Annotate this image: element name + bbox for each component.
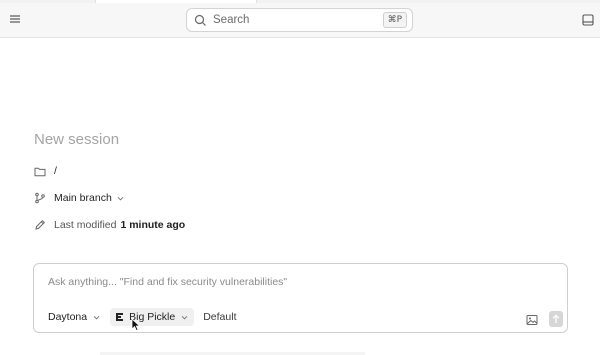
- folder-icon: [34, 165, 46, 177]
- project-path: /: [54, 165, 57, 177]
- branch-row[interactable]: Main branch: [34, 190, 124, 206]
- chevron-down-icon: [181, 314, 188, 321]
- session-title: New session: [34, 131, 120, 148]
- search-placeholder: Search: [213, 14, 250, 26]
- send-button[interactable]: [549, 311, 563, 327]
- chevron-down-icon: [117, 195, 124, 202]
- last-modified-label: Last modified: [54, 219, 117, 231]
- search-icon: [194, 14, 207, 27]
- pencil-icon: [34, 219, 46, 231]
- model-selector[interactable]: Big Pickle: [110, 308, 195, 326]
- arrow-up-icon: [552, 314, 560, 323]
- app-window: Search ⌘P New session / Main branch Last…: [0, 0, 600, 355]
- project-path-row: /: [34, 163, 57, 179]
- prompt-composer: Ask anything... "Find and fix security v…: [33, 263, 568, 333]
- last-modified-value: 1 minute ago: [120, 219, 186, 231]
- sandbox-selector[interactable]: Daytona: [44, 308, 104, 326]
- mode-selector[interactable]: Default: [199, 308, 240, 326]
- window-top-edge: [0, 0, 600, 3]
- tab-strip: [95, 0, 257, 3]
- mode-label: Default: [203, 311, 237, 323]
- hamburger-menu-icon[interactable]: [8, 12, 22, 26]
- chevron-down-icon: [93, 314, 100, 321]
- top-bar: Search ⌘P: [0, 0, 600, 38]
- last-modified-row: Last modified 1 minute ago: [34, 217, 185, 233]
- model-logo-icon: [115, 312, 124, 322]
- sandbox-label: Daytona: [48, 311, 88, 323]
- git-branch-icon: [34, 192, 46, 204]
- search-bar[interactable]: Search ⌘P: [186, 8, 413, 32]
- panel-toggle-icon[interactable]: [582, 13, 594, 26]
- branch-selector[interactable]: Main branch: [54, 192, 112, 204]
- composer-toolbar: Daytona Big Pickle Default: [44, 308, 241, 326]
- search-shortcut-badge: ⌘P: [382, 12, 407, 28]
- prompt-input[interactable]: Ask anything... "Find and fix security v…: [48, 276, 287, 288]
- mouse-cursor: [131, 318, 141, 332]
- image-attach-icon[interactable]: [526, 313, 538, 325]
